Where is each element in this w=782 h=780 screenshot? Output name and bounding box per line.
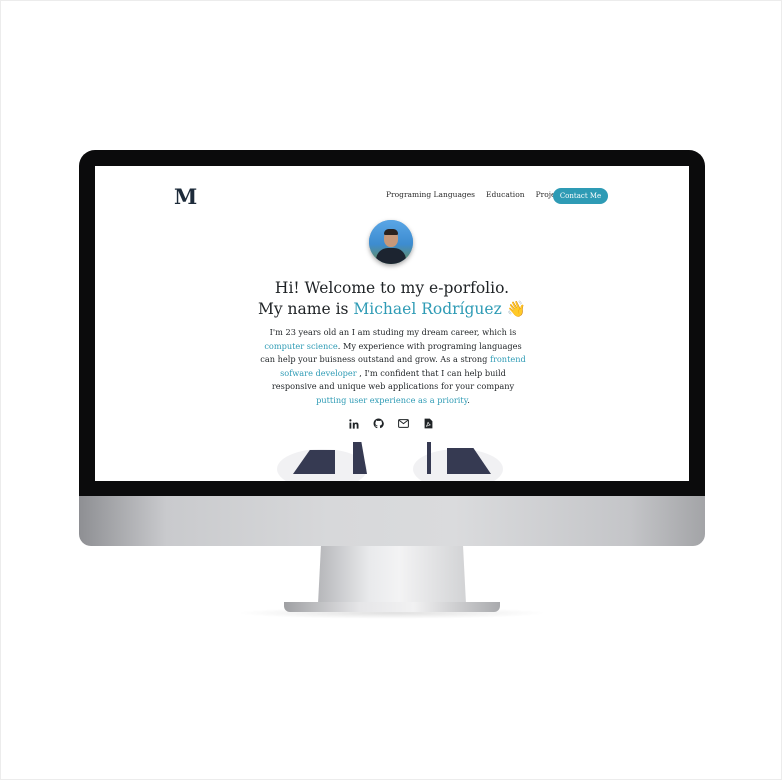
illustration-shape xyxy=(353,442,367,474)
headline-prefix: My name is xyxy=(258,300,354,318)
linkedin-icon[interactable] xyxy=(348,418,359,429)
headline-line-1: Hi! Welcome to my e-porfolio. xyxy=(274,279,510,297)
social-links xyxy=(348,418,434,429)
github-icon[interactable] xyxy=(373,418,384,429)
avatar-shirt xyxy=(376,248,406,264)
wave-hand-icon: 👋 xyxy=(506,300,526,318)
bio-link-computer-science[interactable]: computer science xyxy=(264,341,337,351)
nav-item-education[interactable]: Education xyxy=(486,190,525,199)
monitor-chin xyxy=(79,495,705,546)
pdf-file-icon[interactable] xyxy=(423,418,434,429)
nav-item-programing-languages[interactable]: Programing Languages xyxy=(386,190,475,199)
avatar-hair xyxy=(384,229,398,235)
monitor-screen: M Programing Languages Education Project… xyxy=(95,166,689,481)
profile-avatar xyxy=(369,220,413,264)
bio-paragraph: I'm 23 years old an I am studing my drea… xyxy=(258,326,528,408)
monitor-stand-base xyxy=(284,602,500,612)
bio-link-user-experience[interactable]: putting user experience as a priority xyxy=(316,395,467,405)
monitor-stand-neck xyxy=(318,546,466,604)
bio-text-1: I'm 23 years old an I am studing my drea… xyxy=(269,327,517,337)
site-logo[interactable]: M xyxy=(174,184,197,209)
nav-menu: Programing Languages Education Projects xyxy=(386,190,567,199)
headline-line-2: My name is Michael Rodríguez 👋 xyxy=(95,300,689,318)
mail-icon[interactable] xyxy=(398,418,409,429)
illustration-shape xyxy=(427,442,431,474)
headline-name: Michael Rodríguez xyxy=(353,300,502,318)
bio-text-4: . xyxy=(467,394,470,405)
contact-me-button[interactable]: Contact Me xyxy=(553,188,608,204)
